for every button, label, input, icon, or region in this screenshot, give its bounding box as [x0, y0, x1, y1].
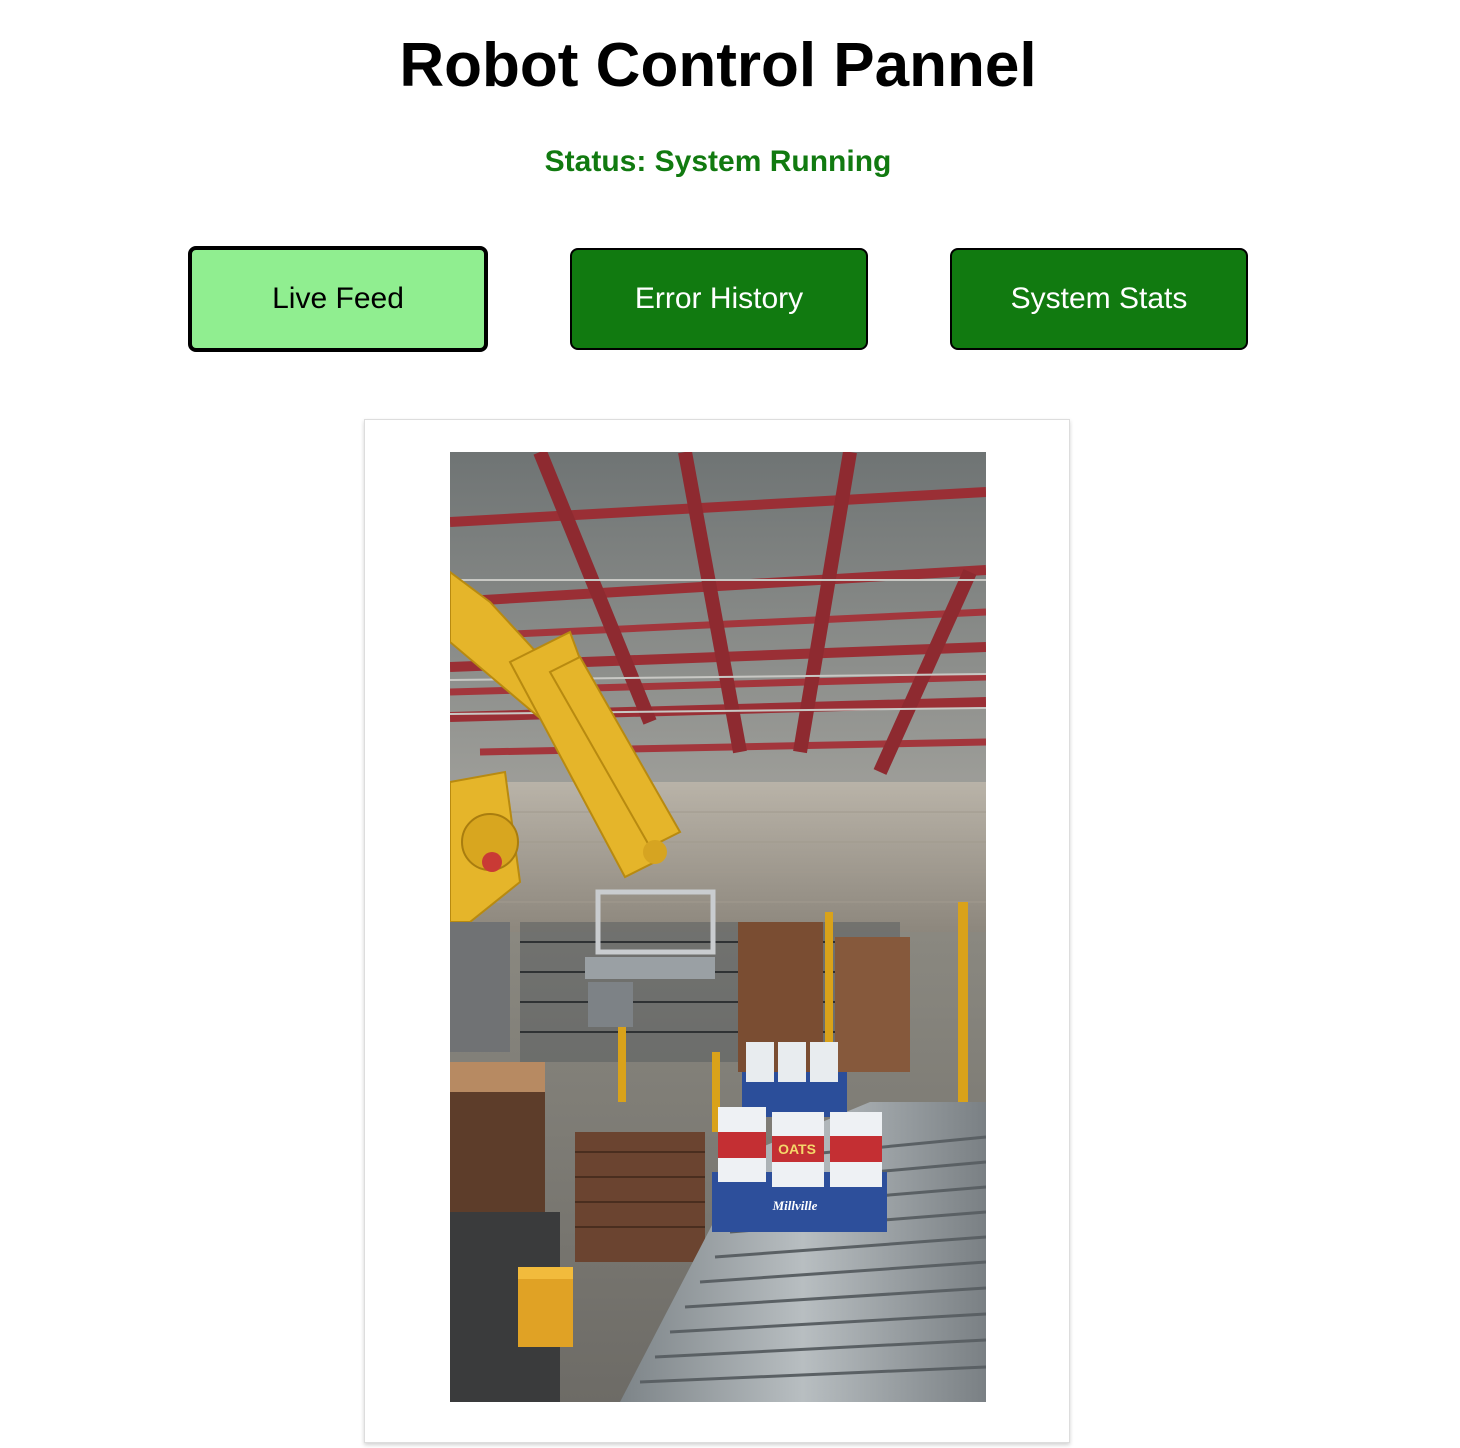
box-brand-text: Millville	[772, 1198, 818, 1213]
can-label-text: OATS	[778, 1141, 816, 1157]
live-feed-panel: OATS Millville	[364, 419, 1070, 1443]
error-history-button[interactable]: Error History	[570, 248, 868, 350]
system-stats-button[interactable]: System Stats	[950, 248, 1248, 350]
live-feed-video[interactable]: OATS Millville	[450, 452, 986, 1402]
status-text: Status: System Running	[544, 145, 892, 178]
page-title: Robot Control Pannel	[399, 31, 1037, 100]
factory-camera-image: OATS Millville	[450, 452, 986, 1402]
live-feed-button[interactable]: Live Feed	[188, 246, 488, 352]
tab-bar: Live Feed Error History System Stats	[0, 246, 1436, 352]
